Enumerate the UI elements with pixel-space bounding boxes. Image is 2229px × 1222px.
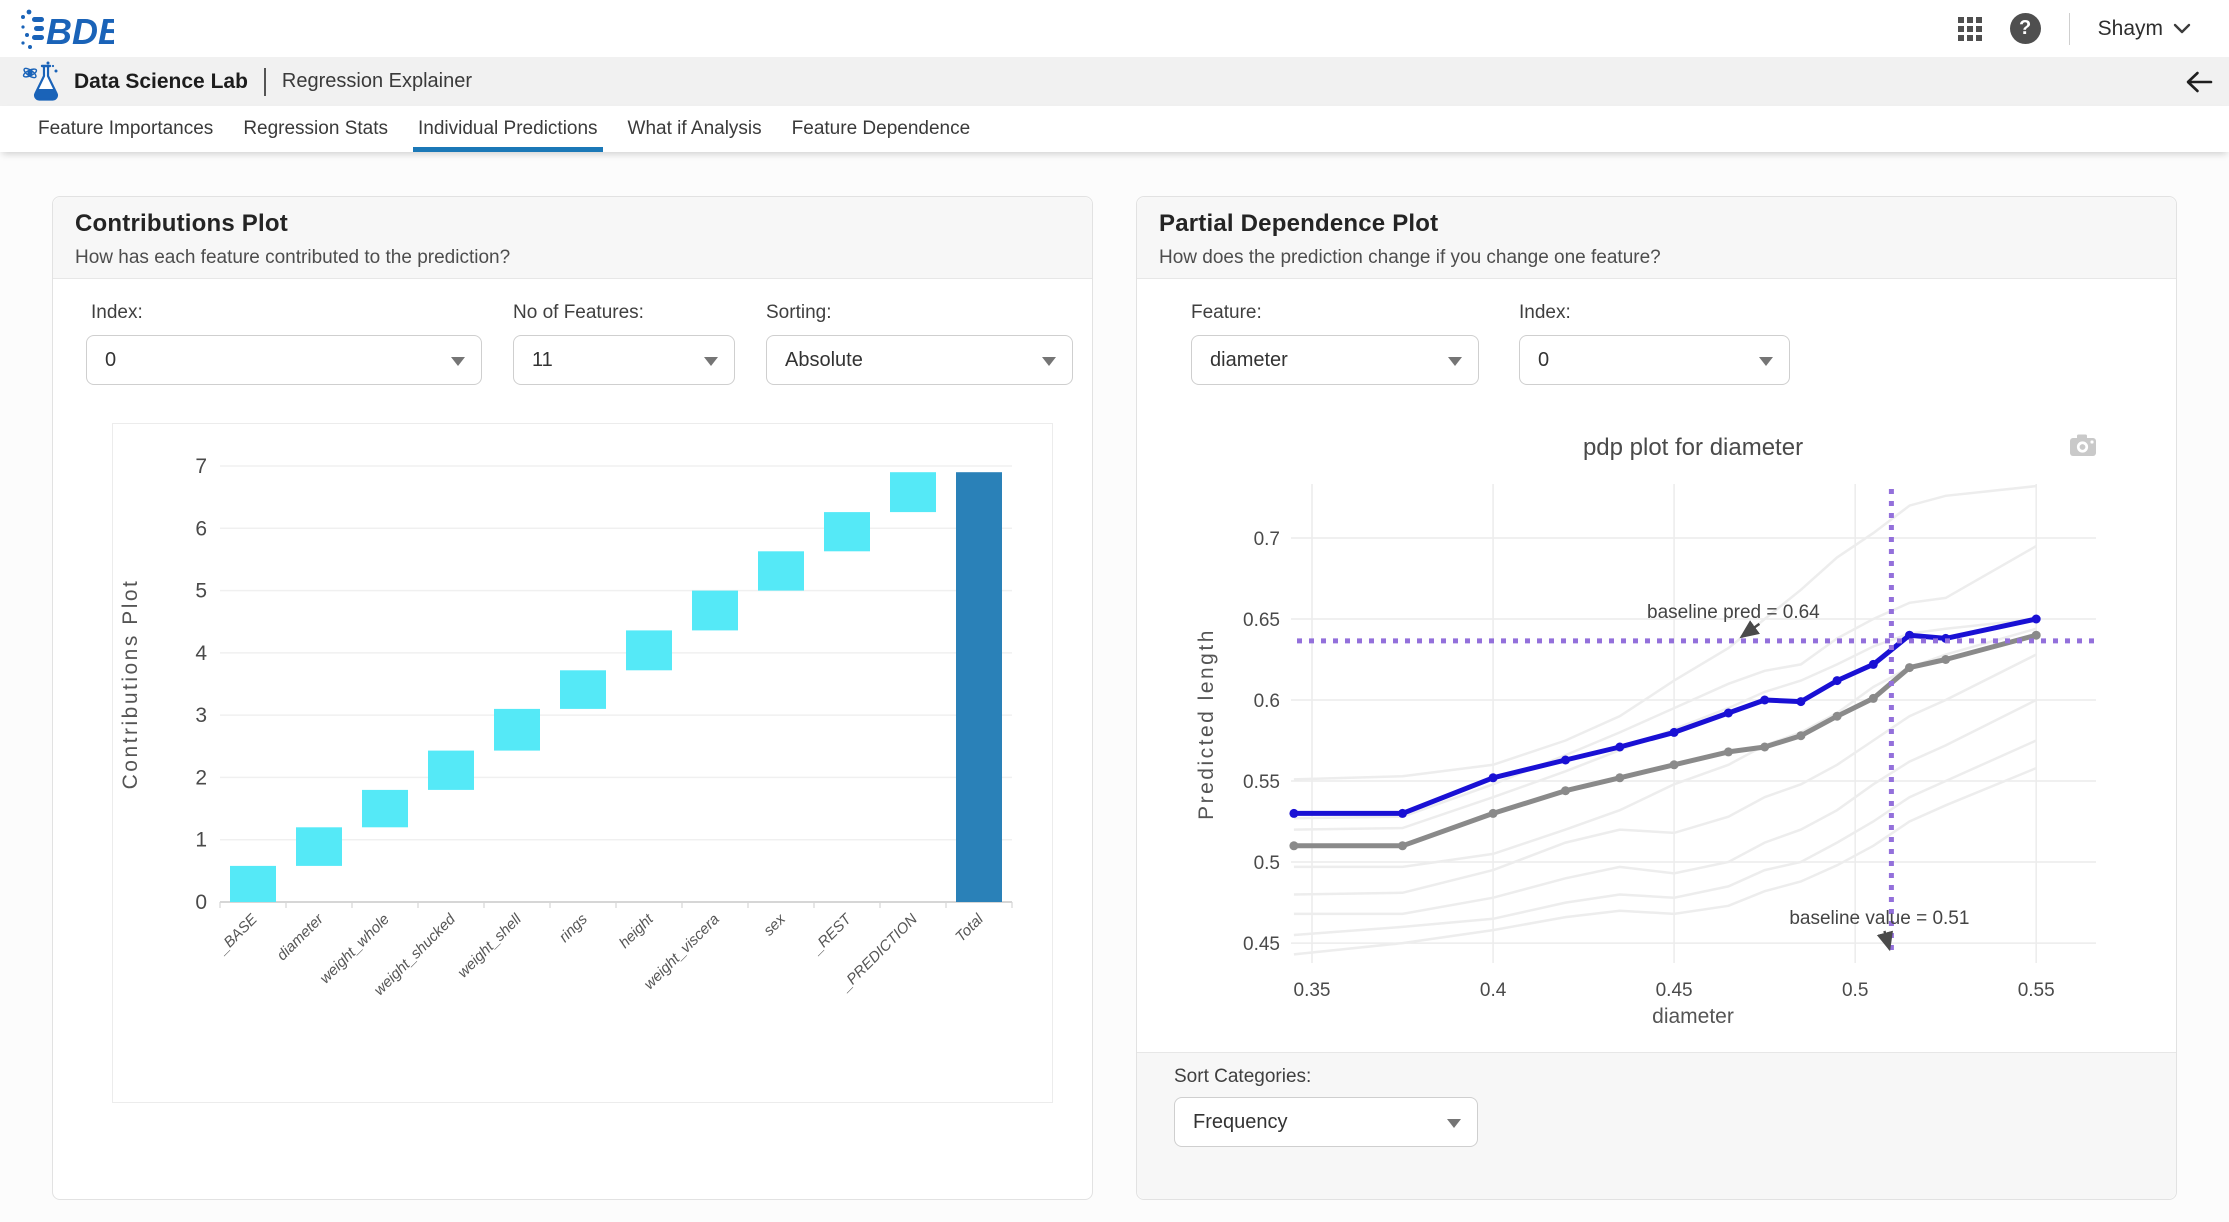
user-name: Shaym <box>2098 17 2163 41</box>
svg-text:0.4: 0.4 <box>1480 980 1507 1001</box>
svg-text:0.6: 0.6 <box>1254 691 1280 712</box>
svg-text:0.7: 0.7 <box>1254 529 1280 550</box>
svg-text:7: 7 <box>195 455 207 478</box>
svg-text:sex: sex <box>760 910 789 939</box>
svg-text:Predicted length: Predicted length <box>1195 628 1218 820</box>
panel-subtitle: How has each feature contributed to the … <box>75 247 1092 269</box>
pdp-index-label: Index: <box>1519 302 1571 324</box>
svg-text:Contributions Plot: Contributions Plot <box>119 579 142 790</box>
panel-title: Partial Dependence Plot <box>1159 210 2176 238</box>
svg-text:0.35: 0.35 <box>1294 980 1331 1001</box>
svg-text:baseline pred = 0.64: baseline pred = 0.64 <box>1647 602 1820 623</box>
title-divider <box>264 68 266 96</box>
index-label: Index: <box>91 302 143 324</box>
svg-text:weight_shell: weight_shell <box>454 910 525 981</box>
num-features-value: 11 <box>532 349 553 372</box>
contributions-waterfall-chart[interactable]: 01234567_BASEdiameterweight_wholeweight_… <box>113 424 1054 1104</box>
feature-value: diameter <box>1210 349 1288 372</box>
tab-bar: Feature Importances Regression Stats Ind… <box>0 106 2229 152</box>
svg-text:Total: Total <box>952 910 987 945</box>
index-value: 0 <box>105 349 116 372</box>
svg-text:_BASE: _BASE <box>213 910 261 958</box>
caret-down-icon <box>451 357 465 366</box>
pdp-panel-footer: Sort Categories: Frequency <box>1137 1052 2176 1199</box>
contributions-panel-header: Contributions Plot How has each feature … <box>53 197 1092 279</box>
svg-text:diameter: diameter <box>1652 1005 1734 1028</box>
app-header: Data Science Lab Regression Explainer <box>0 57 2229 106</box>
apps-grid-icon[interactable] <box>1958 17 1982 41</box>
svg-text:1: 1 <box>195 829 207 852</box>
caret-down-icon <box>1759 357 1773 366</box>
caret-down-icon <box>1042 357 1056 366</box>
svg-text:0: 0 <box>195 891 207 914</box>
app-name: Data Science Lab <box>74 70 248 94</box>
feature-dropdown[interactable]: diameter <box>1191 335 1479 385</box>
logo-text: BDB <box>46 11 114 52</box>
svg-text:baseline value = 0.51: baseline value = 0.51 <box>1789 908 1969 929</box>
svg-text:pdp plot for diameter: pdp plot for diameter <box>1583 434 1803 461</box>
svg-text:0.45: 0.45 <box>1243 934 1280 955</box>
lab-flask-icon <box>20 60 64 104</box>
svg-text:5: 5 <box>195 580 207 603</box>
feature-label: Feature: <box>1191 302 1262 324</box>
pdp-panel-header: Partial Dependence Plot How does the pre… <box>1137 197 2176 279</box>
caret-down-icon <box>1448 357 1462 366</box>
sorting-label: Sorting: <box>766 302 831 324</box>
svg-text:6: 6 <box>195 517 207 540</box>
contributions-chart-box: 01234567_BASEdiameterweight_wholeweight_… <box>112 423 1053 1103</box>
caret-down-icon <box>1447 1119 1461 1128</box>
svg-text:height: height <box>616 910 658 952</box>
tab-what-if-analysis[interactable]: What if Analysis <box>628 106 762 152</box>
index-dropdown[interactable]: 0 <box>86 335 482 385</box>
svg-text:0.55: 0.55 <box>1243 772 1280 793</box>
sort-categories-dropdown[interactable]: Frequency <box>1174 1097 1478 1147</box>
svg-text:0.55: 0.55 <box>2018 980 2055 1001</box>
bdb-logo: BDB <box>18 5 114 58</box>
pdp-index-dropdown[interactable]: 0 <box>1519 335 1790 385</box>
svg-text:diameter: diameter <box>274 910 328 964</box>
tab-feature-importances[interactable]: Feature Importances <box>38 106 213 152</box>
sorting-value: Absolute <box>785 349 863 372</box>
tab-regression-stats[interactable]: Regression Stats <box>243 106 388 152</box>
page-title: Regression Explainer <box>282 70 472 93</box>
pdp-chart[interactable]: pdp plot for diameter 0.45 0.5 0.55 0.6 0.65 0… <box>1137 421 2178 1054</box>
help-icon[interactable]: ? <box>2010 13 2041 44</box>
panel-title: Contributions Plot <box>75 210 1092 238</box>
chevron-down-icon <box>2173 23 2191 34</box>
svg-text:0.5: 0.5 <box>1842 980 1868 1001</box>
pdp-index-value: 0 <box>1538 349 1549 372</box>
svg-text:rings: rings <box>556 910 591 945</box>
svg-text:4: 4 <box>195 642 207 665</box>
top-header: BDB ? Shaym <box>0 0 2229 57</box>
panel-subtitle: How does the prediction change if you ch… <box>1159 247 2176 269</box>
caret-down-icon <box>704 357 718 366</box>
pdp-panel: Partial Dependence Plot How does the pre… <box>1136 196 2177 1200</box>
svg-text:0.65: 0.65 <box>1243 610 1280 631</box>
sorting-dropdown[interactable]: Absolute <box>766 335 1073 385</box>
svg-text:0.5: 0.5 <box>1254 853 1280 874</box>
sort-categories-label: Sort Categories: <box>1174 1066 1311 1088</box>
svg-text:0.45: 0.45 <box>1656 980 1693 1001</box>
tab-individual-predictions[interactable]: Individual Predictions <box>418 106 598 152</box>
contributions-panel: Contributions Plot How has each feature … <box>52 196 1093 1200</box>
svg-text:_REST: _REST <box>807 910 856 959</box>
svg-text:2: 2 <box>195 766 207 789</box>
user-menu[interactable]: Shaym <box>2098 17 2191 41</box>
sort-categories-value: Frequency <box>1193 1111 1288 1134</box>
num-features-dropdown[interactable]: 11 <box>513 335 735 385</box>
tab-feature-dependence[interactable]: Feature Dependence <box>792 106 971 152</box>
header-divider <box>2069 13 2070 45</box>
num-features-label: No of Features: <box>513 302 644 324</box>
back-button[interactable] <box>2183 66 2215 103</box>
svg-text:3: 3 <box>195 704 207 727</box>
